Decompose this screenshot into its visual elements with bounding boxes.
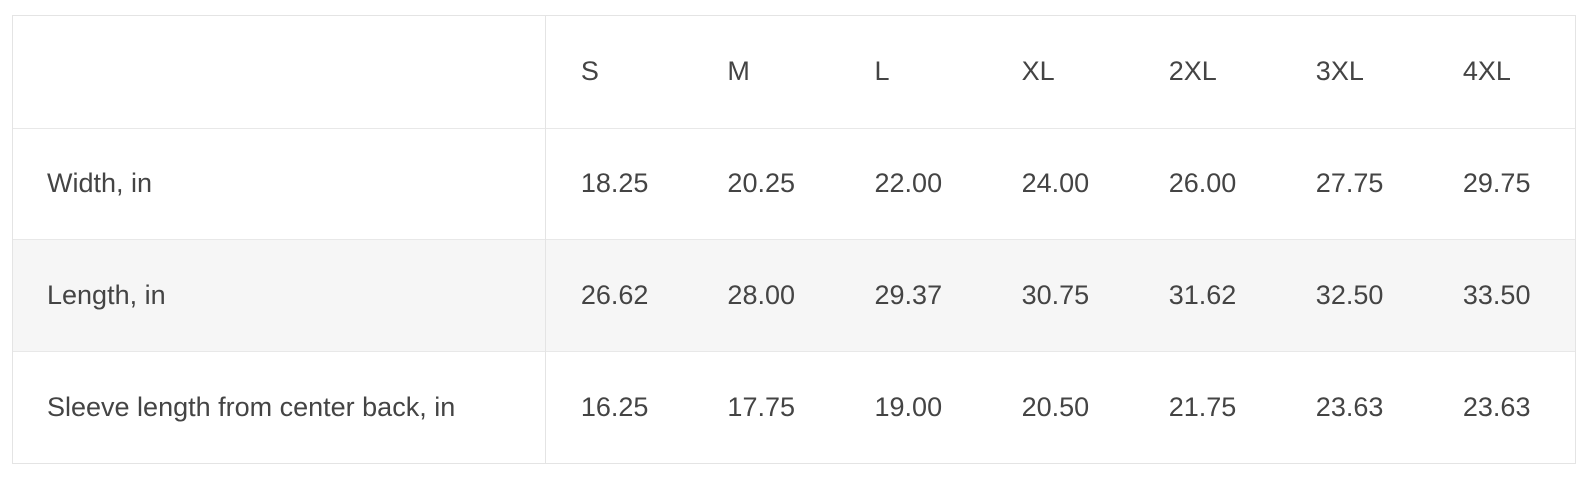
row-label-sleeve-length: Sleeve length from center back, in bbox=[13, 351, 546, 463]
value-cell: 16.25 bbox=[580, 391, 649, 422]
size-header-3xl: 3XL bbox=[1315, 56, 1364, 87]
value-cell: 26.00 bbox=[1168, 168, 1237, 199]
size-chart-table: S M L XL 2XL 3XL 4XL Width, in 18.25 20.… bbox=[13, 16, 1575, 463]
value-cell: 23.63 bbox=[1315, 391, 1384, 422]
value-cell: 30.75 bbox=[986, 239, 1134, 352]
value-cell: 32.50 bbox=[1280, 239, 1428, 352]
value-cell: 33.50 bbox=[1427, 239, 1575, 352]
value-cell: 28.00 bbox=[692, 239, 840, 352]
value-cell: 29.75 bbox=[1462, 168, 1531, 199]
table-row-sleeve-length: Sleeve length from center back, in 16.25… bbox=[13, 351, 1575, 463]
value-cell: 18.25 bbox=[580, 168, 649, 199]
size-header-s: S bbox=[580, 56, 599, 87]
value-cell: 27.75 bbox=[1315, 168, 1384, 199]
value-cell: 22.00 bbox=[874, 168, 943, 199]
table-row-width: Width, in 18.25 20.25 22.00 24.00 26.00 … bbox=[13, 128, 1575, 240]
value-cell: 19.00 bbox=[874, 391, 943, 422]
value-cell: 23.63 bbox=[1462, 391, 1531, 422]
row-label-length: Length, in bbox=[13, 239, 546, 352]
table-row-length: Length, in 26.62 28.00 29.37 30.75 31.62… bbox=[13, 239, 1575, 352]
value-cell: 26.62 bbox=[545, 239, 693, 352]
size-header-row: S M L XL 2XL 3XL 4XL bbox=[13, 16, 1575, 128]
size-header-2xl: 2XL bbox=[1168, 56, 1217, 87]
value-cell: 24.00 bbox=[1021, 168, 1090, 199]
value-cell: 20.50 bbox=[1021, 391, 1090, 422]
value-cell: 17.75 bbox=[727, 391, 795, 422]
value-cell: 20.25 bbox=[727, 168, 795, 199]
size-header-xl: XL bbox=[1021, 56, 1055, 87]
size-header-4xl: 4XL bbox=[1462, 56, 1511, 87]
value-cell: 29.37 bbox=[839, 239, 987, 352]
value-cell: 31.62 bbox=[1133, 239, 1281, 352]
corner-cell bbox=[13, 16, 546, 128]
size-chart: S M L XL 2XL 3XL 4XL Width, in 18.25 20.… bbox=[12, 15, 1576, 464]
size-header-m: M bbox=[727, 56, 750, 87]
size-header-l: L bbox=[874, 56, 890, 87]
row-label-width: Width, in bbox=[13, 128, 546, 240]
value-cell: 21.75 bbox=[1168, 391, 1237, 422]
